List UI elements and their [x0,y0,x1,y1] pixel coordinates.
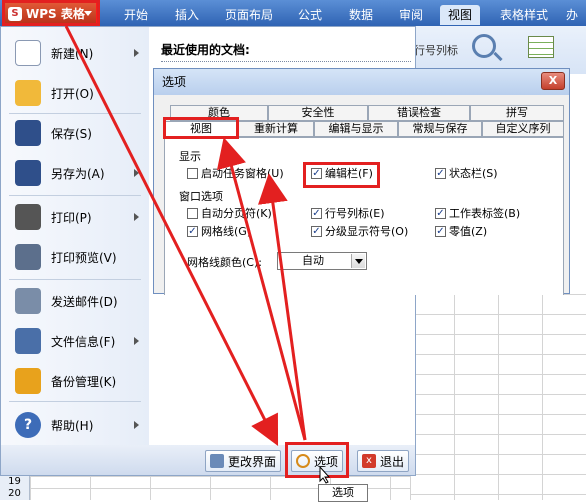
arrow-to-formula-bar [257,173,307,441]
arrow-to-options [64,25,279,447]
options-tooltip: 选项 [318,484,368,502]
arrow-to-view-tab [216,137,307,441]
mouse-cursor-icon [319,466,331,484]
annotation-arrows [64,25,307,447]
